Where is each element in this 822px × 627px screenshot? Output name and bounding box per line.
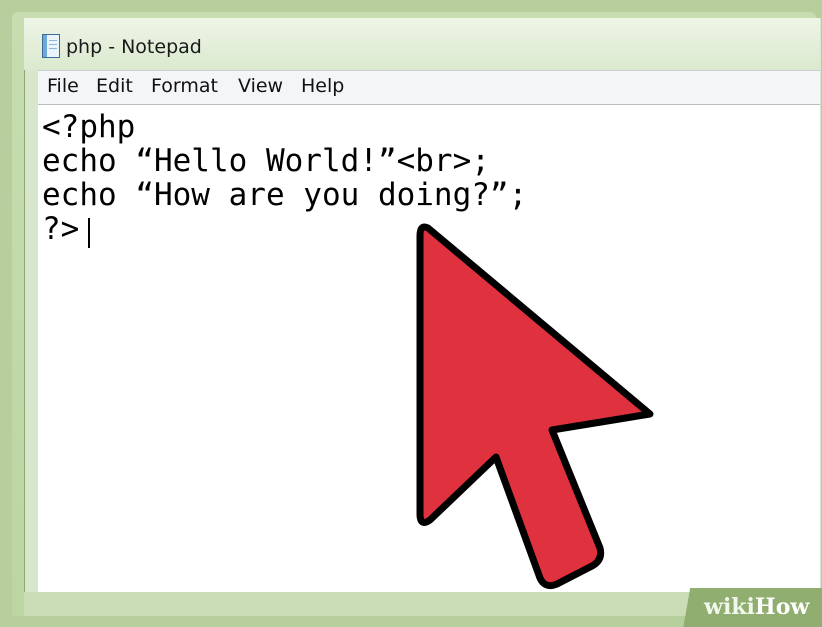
wikihow-logo: wikiHow [704, 594, 810, 620]
mouse-pointer-arrow-icon [416, 223, 654, 589]
